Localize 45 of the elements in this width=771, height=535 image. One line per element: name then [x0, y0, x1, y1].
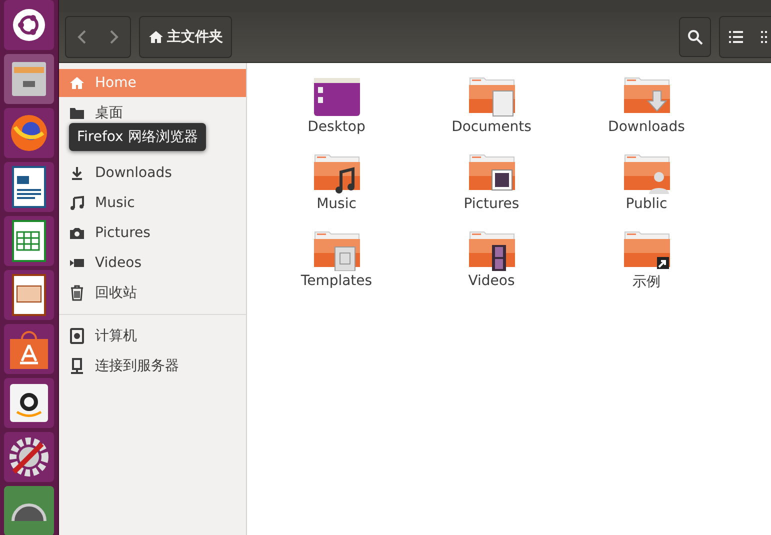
folder-icon[interactable]	[622, 231, 670, 271]
home-icon	[69, 75, 85, 91]
folder-icon	[69, 105, 85, 121]
folder-name[interactable]: Videos	[468, 273, 515, 289]
folder-name[interactable]: Music	[316, 196, 356, 212]
file-cabinet-icon[interactable]	[9, 59, 49, 99]
search-button[interactable]	[679, 17, 711, 57]
chevron-left-icon	[77, 30, 87, 44]
presentation-icon[interactable]	[11, 274, 47, 316]
document-icon[interactable]	[11, 166, 47, 208]
path-button[interactable]: 主文件夹	[139, 16, 232, 58]
search-icon	[687, 29, 703, 45]
shopping-bag-icon[interactable]	[8, 329, 50, 369]
camera-icon	[69, 225, 85, 241]
desktop-folder-icon[interactable]	[312, 77, 360, 117]
letter-tile-icon[interactable]	[9, 383, 49, 423]
folder-name[interactable]: Documents	[452, 119, 532, 135]
sidebar-item[interactable]: Pictures	[59, 219, 246, 247]
download-icon	[69, 165, 85, 181]
sidebar-item[interactable]: Music	[59, 189, 246, 217]
trash-icon	[69, 285, 85, 301]
gear-wrench-icon[interactable]	[8, 436, 50, 478]
drive-icon	[69, 328, 85, 344]
folder-name[interactable]: Pictures	[464, 196, 520, 212]
folder-name[interactable]: Public	[626, 196, 668, 212]
sidebar-item[interactable]: Videos	[59, 249, 246, 277]
music-icon	[69, 195, 85, 211]
folder-name[interactable]: 示例	[632, 273, 660, 291]
ubuntu-logo-icon[interactable]	[12, 8, 46, 42]
folder-icon[interactable]	[468, 231, 516, 271]
home-icon	[148, 29, 164, 45]
list-icon	[729, 31, 743, 43]
spreadsheet-icon[interactable]	[11, 220, 47, 262]
folder-icon[interactable]	[312, 154, 360, 194]
folder-name[interactable]: Downloads	[608, 119, 685, 135]
folder-name[interactable]: Templates	[300, 273, 372, 289]
chevron-right-icon	[109, 30, 119, 44]
sidebar-item[interactable]: Downloads	[59, 159, 246, 187]
folder-name[interactable]: Desktop	[308, 119, 366, 135]
fox-globe-icon[interactable]	[9, 113, 49, 153]
sidebar-item[interactable]: 计算机	[59, 322, 246, 350]
sidebar-item[interactable]: 回收站	[59, 279, 246, 307]
tooltip: Firefox 网络浏览器	[69, 123, 206, 151]
network-server-icon	[69, 358, 85, 374]
sidebar-item[interactable]: 连接到服务器	[59, 352, 246, 380]
